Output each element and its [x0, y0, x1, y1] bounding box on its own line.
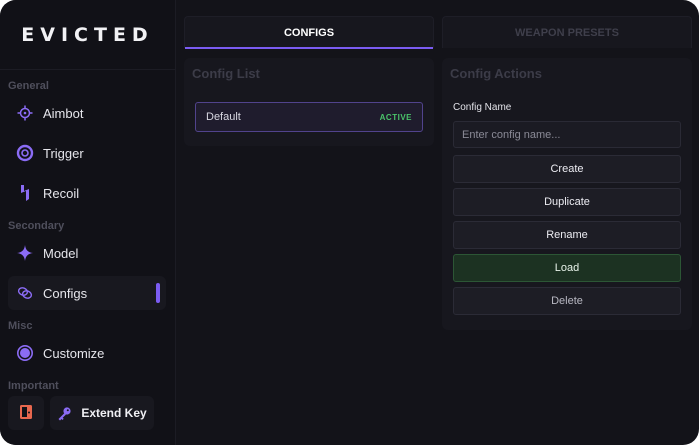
sidebar-item-recoil[interactable]: Recoil [8, 176, 166, 210]
config-actions-title: Config Actions [450, 66, 542, 81]
sidebar-item-model[interactable]: Model [8, 236, 166, 270]
config-list-title: Config List [192, 66, 260, 81]
delete-button[interactable]: Delete [453, 287, 681, 315]
sidebar-item-aimbot[interactable]: Aimbot [8, 96, 166, 130]
section-label-misc: Misc [8, 320, 33, 332]
section-label-general: General [8, 80, 49, 92]
lightning-icon [16, 184, 34, 202]
section-label-important: Important [8, 380, 59, 392]
create-button[interactable]: Create [453, 155, 681, 183]
link-icon [16, 284, 34, 302]
tab-weapon-presets[interactable]: WEAPON PRESETS [442, 16, 692, 48]
sparkle-icon [16, 244, 34, 262]
status-badge: ACTIVE [379, 112, 412, 122]
sidebar-item-trigger[interactable]: Trigger [8, 136, 166, 170]
sidebar-item-label: Model [43, 245, 79, 261]
config-name-label: Config Name [453, 102, 512, 113]
crosshair-icon [16, 104, 34, 122]
door-exit-icon [19, 404, 33, 423]
config-list-item[interactable]: Default ACTIVE [195, 102, 423, 132]
load-button[interactable]: Load [453, 254, 681, 282]
active-indicator [156, 283, 160, 303]
app-window: EVICTED General Aimbot Trigger Recoil Se… [0, 0, 699, 445]
sidebar-item-label: Recoil [43, 185, 80, 201]
key-icon [57, 406, 72, 421]
config-actions-panel: Config Actions Config Name Create Duplic… [442, 58, 692, 330]
target-ring-icon [16, 144, 34, 162]
sidebar-item-configs[interactable]: Configs [8, 276, 166, 310]
sidebar-item-label: Configs [43, 285, 88, 301]
brand-logo: EVICTED [0, 0, 175, 70]
config-name-input[interactable] [453, 121, 681, 148]
exit-button[interactable] [8, 396, 44, 430]
config-list-panel: Config List Default ACTIVE [184, 58, 434, 146]
duplicate-button[interactable]: Duplicate [453, 188, 681, 216]
sidebar-item-label: Aimbot [43, 105, 84, 121]
circle-icon [16, 344, 34, 362]
sidebar-item-label: Customize [43, 345, 105, 361]
tab-configs[interactable]: CONFIGS [184, 16, 434, 49]
sidebar-item-label: Trigger [43, 145, 84, 161]
config-name: Default [206, 111, 241, 123]
sidebar: EVICTED General Aimbot Trigger Recoil Se… [0, 0, 176, 445]
sidebar-item-customize[interactable]: Customize [8, 336, 166, 370]
extend-key-button[interactable]: Extend Key [50, 396, 154, 430]
rename-button[interactable]: Rename [453, 221, 681, 249]
extend-key-label: Extend Key [81, 406, 147, 420]
section-label-secondary: Secondary [8, 220, 65, 232]
